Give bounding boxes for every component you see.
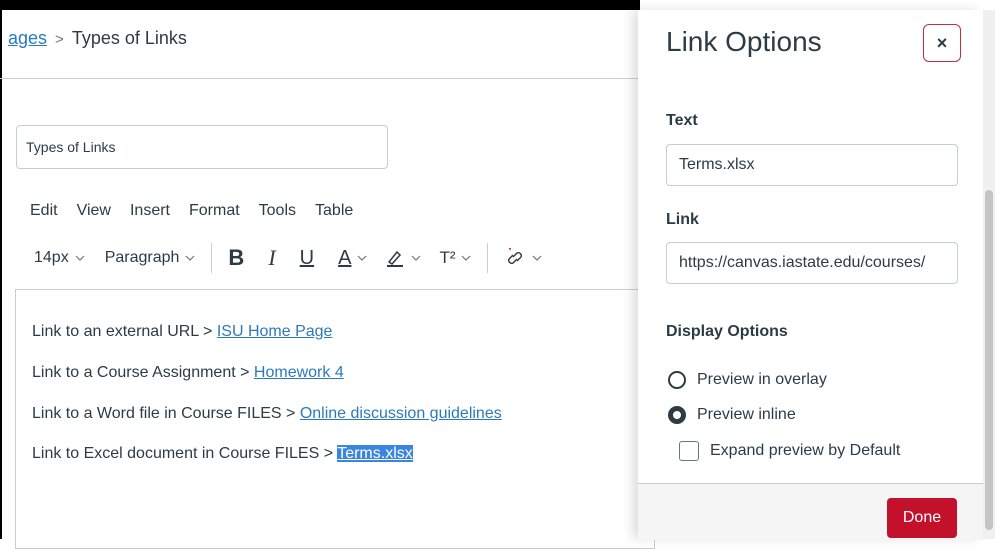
radio-selected-icon[interactable] <box>668 406 686 424</box>
terms-xlsx-link-selected[interactable]: Terms.xlsx <box>337 445 413 462</box>
homework-4-link[interactable]: Homework 4 <box>254 364 344 381</box>
editor-line: Link to an external URL > ISU Home Page <box>32 323 332 341</box>
close-icon: × <box>936 32 948 53</box>
preview-overlay-label: Preview in overlay <box>697 371 827 388</box>
expand-preview-label: Expand preview by Default <box>710 442 901 459</box>
line-text: Link to Excel document in Course FILES > <box>32 445 338 462</box>
panel-title: Link Options <box>666 26 822 57</box>
scrollbar-thumb[interactable] <box>985 190 993 530</box>
superscript-icon: T² <box>439 248 456 267</box>
preview-overlay-option[interactable]: Preview in overlay <box>668 371 827 389</box>
window-left-border <box>0 10 2 539</box>
menu-insert[interactable]: Insert <box>130 202 170 220</box>
editor-line: Link to a Course Assignment > Homework 4 <box>32 364 344 382</box>
preview-inline-option[interactable]: Preview inline <box>668 406 796 424</box>
online-discussion-guidelines-link[interactable]: Online discussion guidelines <box>300 405 502 422</box>
font-size-dropdown[interactable]: 14px <box>34 249 85 267</box>
chevron-down-icon <box>185 255 195 261</box>
chevron-down-icon <box>462 255 471 261</box>
breadcrumb-pages-link[interactable]: ages <box>8 28 47 48</box>
panel-footer: Done <box>638 483 983 540</box>
link-options-panel: Link Options × Text Terms.xlsx Link http… <box>638 10 983 540</box>
chevron-down-icon <box>75 255 85 261</box>
menu-tools[interactable]: Tools <box>259 202 296 220</box>
italic-button[interactable]: I <box>268 245 275 271</box>
window-top-border <box>0 0 640 10</box>
page-title-input[interactable]: Types of Links <box>16 125 388 169</box>
chevron-down-icon <box>358 255 367 261</box>
link-button[interactable] <box>504 246 542 270</box>
editor-line: Link to a Word file in Course FILES > On… <box>32 405 502 423</box>
block-format-value: Paragraph <box>104 249 180 266</box>
chevron-down-icon <box>533 255 542 261</box>
expand-preview-option[interactable]: Expand preview by Default <box>679 441 900 461</box>
link-label: Link <box>666 211 699 228</box>
line-text: Link to an external URL > <box>32 323 217 340</box>
editor-toolbar: 14px Paragraph B I U A T² <box>34 242 542 274</box>
panel-scrollbar[interactable] <box>983 10 995 539</box>
rich-content-editor[interactable]: Link to an external URL > ISU Home Page … <box>15 289 655 549</box>
link-text-input[interactable]: Terms.xlsx <box>666 144 958 186</box>
radio-unselected-icon[interactable] <box>668 371 686 389</box>
underline-button[interactable]: U <box>300 247 314 270</box>
chevron-down-icon <box>412 255 421 261</box>
font-size-value: 14px <box>34 249 69 266</box>
menu-view[interactable]: View <box>77 202 111 220</box>
text-color-icon: A <box>338 246 352 269</box>
line-text: Link to a Word file in Course FILES > <box>32 405 300 422</box>
preview-inline-label: Preview inline <box>697 406 796 423</box>
menu-table[interactable]: Table <box>315 202 353 220</box>
editor-line: Link to Excel document in Course FILES >… <box>32 445 413 463</box>
block-format-dropdown[interactable]: Paragraph <box>105 249 196 267</box>
menu-format[interactable]: Format <box>189 202 240 220</box>
done-button[interactable]: Done <box>887 498 957 538</box>
display-options-label: Display Options <box>666 323 788 340</box>
text-color-button[interactable]: A <box>338 247 367 270</box>
isu-home-page-link[interactable]: ISU Home Page <box>217 323 333 340</box>
editor-menubar: Edit View Insert Format Tools Table <box>30 202 353 220</box>
text-label: Text <box>666 112 698 129</box>
bold-button[interactable]: B <box>228 245 244 271</box>
toolbar-divider <box>211 243 213 273</box>
menu-edit[interactable]: Edit <box>30 202 58 220</box>
header-divider <box>0 78 640 79</box>
breadcrumb-current: Types of Links <box>71 28 187 48</box>
highlighter-icon <box>387 250 404 267</box>
highlight-color-button[interactable] <box>385 248 421 268</box>
breadcrumb: ages > Types of Links <box>8 28 187 49</box>
link-icon <box>508 248 523 264</box>
superscript-button[interactable]: T² <box>439 248 471 268</box>
line-text: Link to a Course Assignment > <box>32 364 254 381</box>
breadcrumb-separator: > <box>55 31 64 48</box>
close-button[interactable]: × <box>923 24 961 62</box>
checkbox-icon[interactable] <box>679 441 699 461</box>
toolbar-divider <box>487 243 489 273</box>
link-url-input[interactable]: https://canvas.iastate.edu/courses/ <box>666 242 958 284</box>
